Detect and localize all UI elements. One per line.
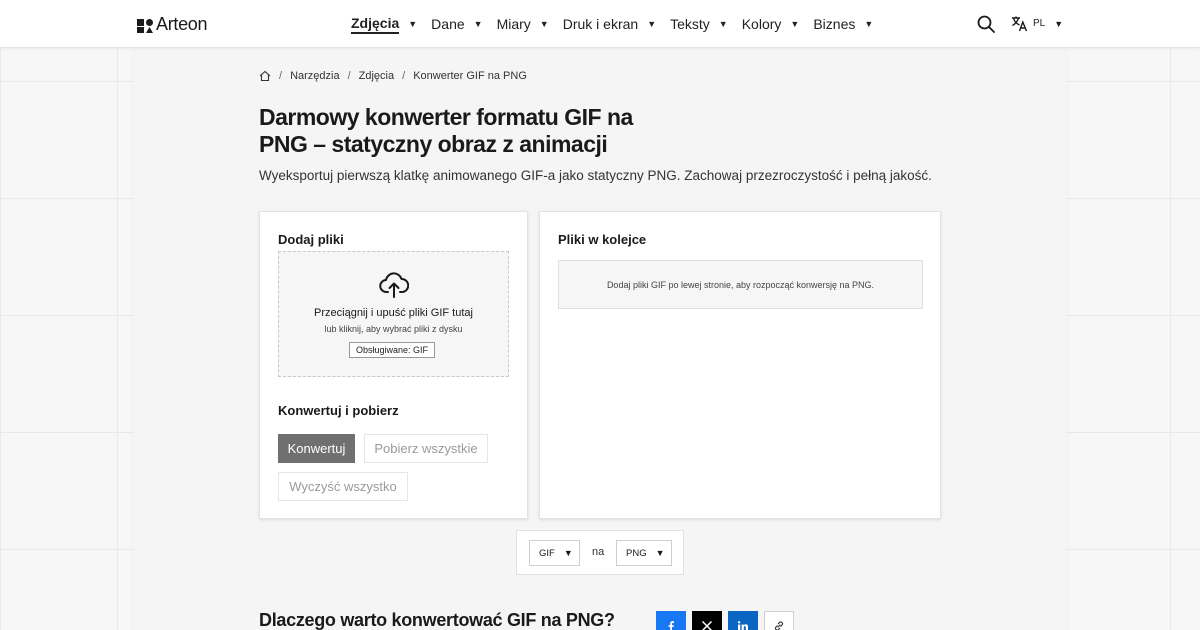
queue-empty-state: Dodaj pliki GIF po lewej stronie, aby ro… [558, 260, 923, 309]
search-icon[interactable] [976, 14, 996, 34]
format-selector-bar: GIF ▼ na PNG ▼ [516, 530, 684, 575]
arteon-logo-icon [137, 18, 153, 33]
breadcrumb-separator: / [279, 70, 283, 82]
main-nav: Zdjęcia ▼ Dane ▼ Miary ▼ Druk i ekran ▼ … [351, 0, 887, 48]
nav-label: Teksty [670, 16, 710, 32]
source-format-value: GIF [539, 547, 555, 559]
queue-empty-text: Dodaj pliki GIF po lewej stronie, aby ro… [606, 279, 875, 290]
brand-logo[interactable]: Arteon [137, 14, 208, 35]
nav-item-zdjecia[interactable]: Zdjęcia ▼ [351, 15, 417, 34]
share-linkedin-button[interactable] [728, 611, 758, 630]
nav-label: Zdjęcia [351, 15, 400, 34]
caret-down-icon: ▼ [655, 548, 665, 558]
nav-label: Biznes [813, 16, 856, 32]
breadcrumb-zdjecia[interactable]: Zdjęcia [359, 70, 394, 82]
caret-down-icon: ▼ [647, 19, 657, 29]
nav-item-dane[interactable]: Dane ▼ [431, 16, 482, 32]
nav-item-druk-i-ekran[interactable]: Druk i ekran ▼ [563, 16, 656, 32]
share-x-button[interactable] [692, 611, 722, 630]
brand-name: Arteon [156, 14, 208, 34]
nav-label: Miary [496, 16, 531, 32]
queue-card: Pliki w kolejce Dodaj pliki GIF po lewej… [539, 211, 941, 519]
upload-card: Dodaj pliki Przeciągnij i upuść pliki GI… [259, 211, 528, 519]
copy-link-button[interactable] [764, 611, 794, 630]
download-all-button[interactable]: Pobierz wszystkie [364, 434, 488, 463]
why-section-title: Dlaczego warto konwertować GIF na PNG? [259, 610, 615, 630]
dropzone-hint: lub kliknij, aby wybrać pliki z dysku [324, 324, 463, 334]
language-selector[interactable]: PL ▼ [1011, 15, 1063, 32]
target-format-select[interactable]: PNG ▼ [616, 540, 672, 566]
nav-item-biznes[interactable]: Biznes ▼ [813, 16, 873, 32]
language-code: PL [1033, 18, 1046, 29]
upload-heading: Dodaj pliki [278, 232, 344, 247]
cloud-upload-icon [379, 272, 409, 298]
nav-label: Kolory [741, 16, 782, 32]
page-subtitle: Wyeksportuj pierwszą klatkę animowanego … [259, 168, 932, 183]
actions-heading: Konwertuj i pobierz [278, 403, 399, 418]
page-title: Darmowy konwerter formatu GIF na PNG – s… [259, 104, 633, 157]
nav-label: Dane [431, 16, 465, 32]
convert-button[interactable]: Konwertuj [278, 434, 355, 463]
linkedin-icon [737, 621, 748, 630]
caret-down-icon: ▼ [790, 19, 800, 29]
breadcrumb-narzedzia[interactable]: Narzędzia [290, 70, 340, 82]
caret-down-icon: ▼ [1054, 18, 1064, 29]
caret-down-icon: ▼ [864, 19, 874, 29]
nav-item-teksty[interactable]: Teksty ▼ [670, 16, 728, 32]
dropzone-title: Przeciągnij i upuść pliki GIF tutaj [314, 307, 473, 319]
site-header: Arteon Zdjęcia ▼ Dane ▼ Miary ▼ Druk i e… [0, 0, 1200, 48]
caret-down-icon: ▼ [408, 19, 418, 29]
breadcrumb: / Narzędzia / Zdjęcia / Konwerter GIF na… [259, 70, 527, 82]
nav-label: Druk i ekran [562, 16, 639, 32]
nav-item-kolory[interactable]: Kolory ▼ [742, 16, 800, 32]
home-icon[interactable] [259, 70, 271, 82]
source-format-select[interactable]: GIF ▼ [529, 540, 580, 566]
file-dropzone[interactable]: Przeciągnij i upuść pliki GIF tutaj lub … [278, 251, 509, 377]
share-facebook-button[interactable] [656, 611, 686, 630]
link-icon [774, 621, 784, 630]
supported-formats-badge: Obsługiwane: GIF [349, 342, 436, 358]
translate-icon [1012, 16, 1028, 32]
caret-down-icon: ▼ [473, 19, 483, 29]
facebook-icon [668, 621, 674, 630]
caret-down-icon: ▼ [539, 19, 549, 29]
target-format-value: PNG [626, 547, 647, 559]
format-connector: na [592, 546, 605, 558]
caret-down-icon: ▼ [718, 19, 728, 29]
nav-item-miary[interactable]: Miary ▼ [497, 16, 549, 32]
queue-heading: Pliki w kolejce [558, 232, 647, 247]
x-icon [701, 620, 713, 630]
breadcrumb-current: Konwerter GIF na PNG [413, 70, 527, 82]
breadcrumb-separator: / [402, 70, 406, 82]
clear-all-button[interactable]: Wyczyść wszystko [278, 472, 408, 501]
caret-down-icon: ▼ [563, 548, 573, 558]
breadcrumb-separator: / [347, 70, 351, 82]
